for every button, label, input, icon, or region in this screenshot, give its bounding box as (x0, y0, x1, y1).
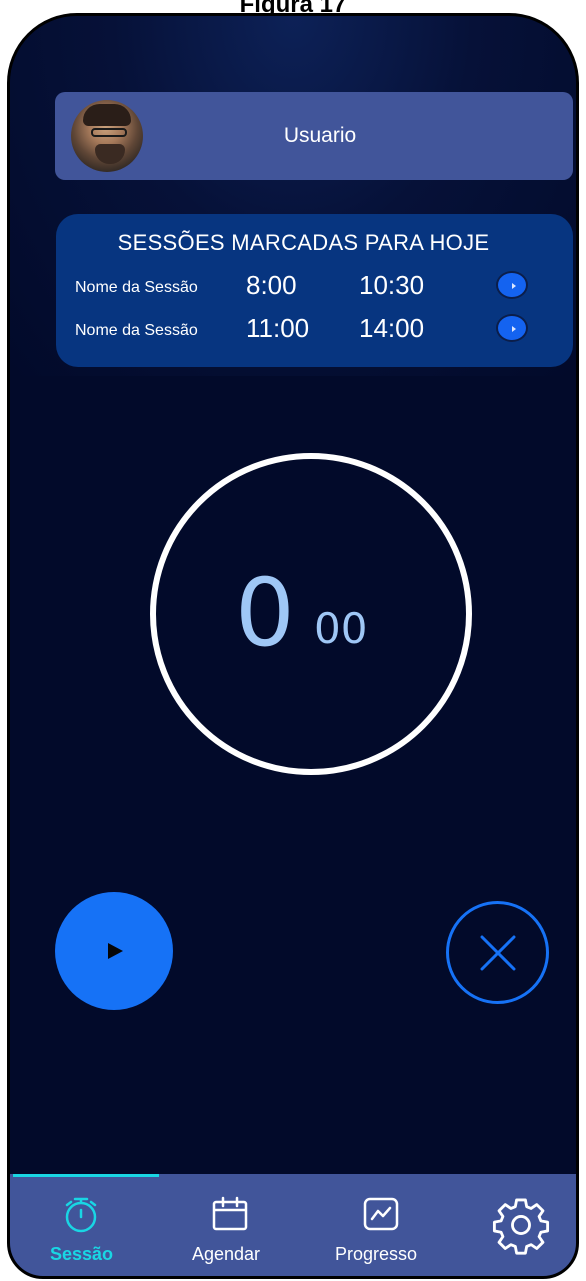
session-name: Nome da Sessão (75, 279, 198, 296)
user-name: Usuario (283, 124, 357, 147)
cancel-button[interactable] (446, 901, 549, 1004)
user-card[interactable]: Usuario (55, 92, 573, 180)
session-row: Nome da Sessão 11:00 14:00 (56, 312, 573, 348)
calendar-icon (212, 1196, 248, 1231)
session-name: Nome da Sessão (75, 322, 198, 339)
tab-agendar[interactable]: Agendar (185, 1174, 285, 1276)
chart-icon (363, 1197, 399, 1231)
scheduled-sessions-card: SESSÕES MARCADAS PARA HOJE Nome da Sessã… (56, 214, 573, 367)
play-button[interactable] (55, 892, 173, 1010)
close-icon (480, 935, 516, 971)
stopwatch-icon (65, 1197, 97, 1233)
tab-label: Sessão (50, 1244, 114, 1264)
tab-label: Agendar (192, 1244, 261, 1264)
session-end-time: 14:00 (359, 313, 425, 343)
session-open-button[interactable] (496, 314, 528, 342)
tab-sessao[interactable]: Sessão (44, 1174, 124, 1276)
gear-icon (492, 1198, 550, 1255)
sessions-title: SESSÕES MARCADAS PARA HOJE (117, 230, 490, 255)
session-row: Nome da Sessão 8:00 10:30 (56, 269, 573, 305)
tab-label: Progresso (335, 1244, 418, 1264)
session-start-time: 11:00 (246, 313, 310, 343)
bottom-nav: Sessão Agendar Progresso (10, 1174, 576, 1276)
phone-screen: Usuario SESSÕES MARCADAS PARA HOJE Nome … (7, 13, 579, 1279)
play-icon (108, 943, 123, 959)
timer-main-value: 0 (235, 559, 295, 668)
session-start-time: 8:00 (246, 270, 297, 300)
timer-sub-value: 00 (314, 604, 368, 653)
tab-progresso[interactable]: Progresso (328, 1174, 438, 1276)
session-open-button[interactable] (496, 271, 528, 299)
timer-ring (150, 453, 472, 775)
tab-settings[interactable] (482, 1174, 562, 1276)
session-end-time: 10:30 (359, 270, 425, 300)
